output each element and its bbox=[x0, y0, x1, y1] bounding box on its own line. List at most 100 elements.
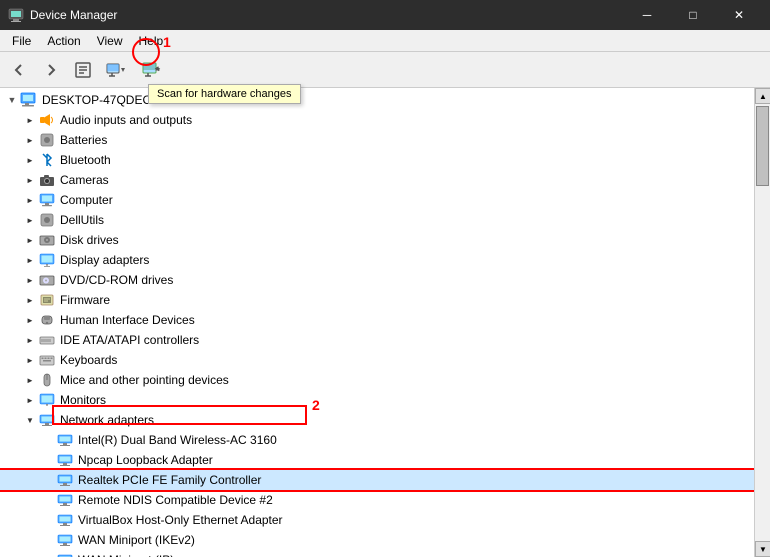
expand-icon[interactable]: ► bbox=[22, 312, 38, 328]
tree-item[interactable]: ▼Network adapters bbox=[0, 410, 754, 430]
expand-icon[interactable]: ► bbox=[22, 132, 38, 148]
expand-icon bbox=[40, 512, 56, 528]
root-expand-icon[interactable]: ▼ bbox=[4, 92, 20, 108]
device-label: Computer bbox=[60, 193, 113, 207]
device-label: Audio inputs and outputs bbox=[60, 113, 192, 127]
expand-icon bbox=[40, 432, 56, 448]
device-label: IDE ATA/ATAPI controllers bbox=[60, 333, 199, 347]
tree-item[interactable]: ► Audio inputs and outputs bbox=[0, 110, 754, 130]
device-icon bbox=[38, 191, 56, 209]
root-icon bbox=[20, 91, 38, 109]
tree-item[interactable]: ►Display adapters bbox=[0, 250, 754, 270]
device-icon bbox=[56, 451, 74, 469]
scroll-down-arrow[interactable]: ▼ bbox=[755, 541, 770, 557]
device-icon bbox=[38, 311, 56, 329]
expand-icon[interactable]: ► bbox=[22, 152, 38, 168]
tree-item[interactable]: Npcap Loopback Adapter bbox=[0, 450, 754, 470]
tree-item[interactable]: ► DVD/CD-ROM drives bbox=[0, 270, 754, 290]
maximize-button[interactable]: □ bbox=[670, 0, 716, 30]
device-icon bbox=[38, 351, 56, 369]
expand-icon[interactable]: ► bbox=[22, 392, 38, 408]
tree-item[interactable]: ►Cameras bbox=[0, 170, 754, 190]
expand-icon[interactable]: ► bbox=[22, 252, 38, 268]
expand-icon[interactable]: ► bbox=[22, 112, 38, 128]
device-icon bbox=[56, 551, 74, 557]
menu-action[interactable]: Action bbox=[39, 32, 88, 50]
tree-item[interactable]: ► Keyboards bbox=[0, 350, 754, 370]
scroll-up-arrow[interactable]: ▲ bbox=[755, 88, 770, 104]
tree-item[interactable]: ► Firmware bbox=[0, 290, 754, 310]
scroll-thumb-area bbox=[755, 104, 770, 541]
device-icon bbox=[38, 231, 56, 249]
tree-item[interactable]: ► Human Interface Devices bbox=[0, 310, 754, 330]
menu-help[interactable]: Help bbox=[131, 32, 172, 50]
tree-item[interactable]: WAN Miniport (IP) bbox=[0, 550, 754, 557]
expand-icon[interactable]: ► bbox=[22, 292, 38, 308]
expand-icon[interactable]: ► bbox=[22, 192, 38, 208]
minimize-button[interactable]: ─ bbox=[624, 0, 670, 30]
device-icon bbox=[56, 471, 74, 489]
toolbar: Scan for hardware changes bbox=[0, 52, 770, 88]
device-icon bbox=[38, 291, 56, 309]
expand-icon[interactable]: ► bbox=[22, 352, 38, 368]
expand-icon bbox=[40, 492, 56, 508]
device-label: Human Interface Devices bbox=[60, 313, 195, 327]
window-title: Device Manager bbox=[30, 8, 117, 22]
device-icon bbox=[38, 211, 56, 229]
device-label: Monitors bbox=[60, 393, 106, 407]
expand-icon[interactable]: ▼ bbox=[22, 412, 38, 428]
device-icon bbox=[38, 151, 56, 169]
tree-item[interactable]: VirtualBox Host-Only Ethernet Adapter bbox=[0, 510, 754, 530]
tree-item[interactable]: Realtek PCIe FE Family Controller bbox=[0, 470, 754, 490]
device-label: VirtualBox Host-Only Ethernet Adapter bbox=[78, 513, 283, 527]
tree-item[interactable]: WAN Miniport (IKEv2) bbox=[0, 530, 754, 550]
tree-item[interactable]: Remote NDIS Compatible Device #2 bbox=[0, 490, 754, 510]
scan-hardware-icon bbox=[141, 60, 161, 80]
expand-icon bbox=[40, 472, 56, 488]
menu-file[interactable]: File bbox=[4, 32, 39, 50]
properties-button[interactable] bbox=[68, 56, 98, 84]
menu-bar: File Action View Help bbox=[0, 30, 770, 52]
tree-item[interactable]: Intel(R) Dual Band Wireless-AC 3160 bbox=[0, 430, 754, 450]
tree-root[interactable]: ▼ DESKTOP-47QDEC1 bbox=[0, 90, 754, 110]
tree-item[interactable]: ► IDE ATA/ATAPI controllers bbox=[0, 330, 754, 350]
tree-item[interactable]: ►Mice and other pointing devices bbox=[0, 370, 754, 390]
device-label: DellUtils bbox=[60, 213, 104, 227]
expand-icon bbox=[40, 552, 56, 557]
tree-item[interactable]: ►Batteries bbox=[0, 130, 754, 150]
device-icon bbox=[38, 271, 56, 289]
device-label: Bluetooth bbox=[60, 153, 111, 167]
forward-button[interactable] bbox=[36, 56, 66, 84]
vertical-scrollbar[interactable]: ▲ ▼ bbox=[754, 88, 770, 557]
device-label: WAN Miniport (IKEv2) bbox=[78, 533, 195, 547]
expand-icon[interactable]: ► bbox=[22, 372, 38, 388]
close-button[interactable]: ✕ bbox=[716, 0, 762, 30]
device-label: Realtek PCIe FE Family Controller bbox=[78, 473, 261, 487]
scan-hardware-button[interactable] bbox=[136, 56, 166, 84]
properties-icon bbox=[73, 60, 93, 80]
scroll-thumb[interactable] bbox=[756, 106, 769, 186]
tree-item[interactable]: ► DellUtils bbox=[0, 210, 754, 230]
device-tree[interactable]: ▼ DESKTOP-47QDEC1 ► Audio inputs and outp… bbox=[0, 88, 754, 557]
device-icon bbox=[38, 171, 56, 189]
tree-item[interactable]: ►Disk drives bbox=[0, 230, 754, 250]
device-label: DVD/CD-ROM drives bbox=[60, 273, 173, 287]
device-label: Keyboards bbox=[60, 353, 117, 367]
tree-item[interactable]: ► Monitors bbox=[0, 390, 754, 410]
device-label: Firmware bbox=[60, 293, 110, 307]
device-icon bbox=[38, 111, 56, 129]
expand-icon[interactable]: ► bbox=[22, 172, 38, 188]
device-label: Npcap Loopback Adapter bbox=[78, 453, 213, 467]
update-driver-icon bbox=[105, 60, 125, 80]
title-bar: Device Manager ─ □ ✕ bbox=[0, 0, 770, 30]
expand-icon[interactable]: ► bbox=[22, 332, 38, 348]
expand-icon[interactable]: ► bbox=[22, 212, 38, 228]
menu-view[interactable]: View bbox=[89, 32, 131, 50]
tree-item[interactable]: ► Bluetooth bbox=[0, 150, 754, 170]
expand-icon[interactable]: ► bbox=[22, 232, 38, 248]
back-button[interactable] bbox=[4, 56, 34, 84]
update-driver-button[interactable] bbox=[100, 56, 130, 84]
device-icon bbox=[56, 511, 74, 529]
expand-icon[interactable]: ► bbox=[22, 272, 38, 288]
tree-item[interactable]: ► Computer bbox=[0, 190, 754, 210]
